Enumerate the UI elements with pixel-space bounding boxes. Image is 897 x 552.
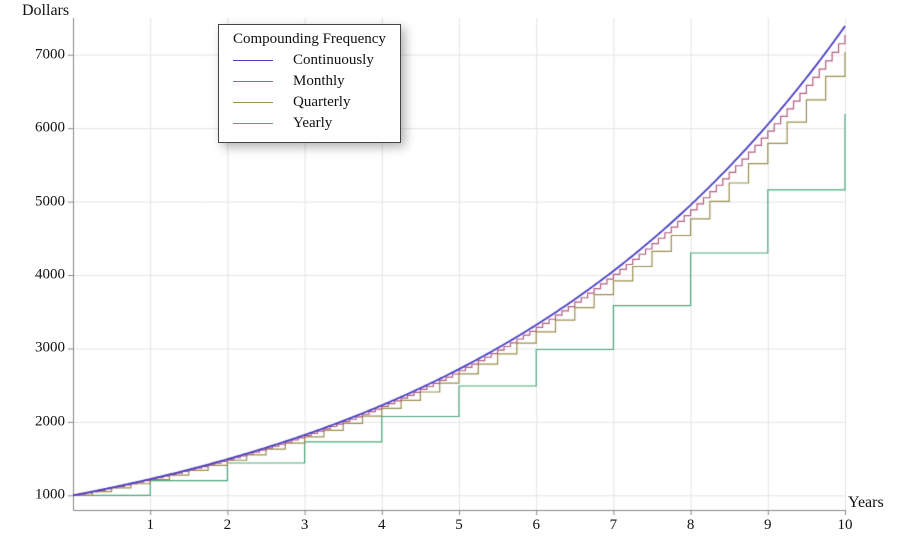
x-tick-label: 2 [224,517,232,534]
legend-label: Monthly [293,71,386,92]
legend-swatch [233,102,273,103]
legend-title: Compounding Frequency [233,31,386,50]
legend-item: Quarterly [233,92,386,113]
y-tick-label: 2000 [5,413,65,430]
x-tick-label: 10 [838,517,853,534]
x-tick-label: 3 [301,517,309,534]
y-tick-label: 5000 [5,193,65,210]
legend-label: Quarterly [293,92,386,113]
legend-swatch [233,60,273,61]
legend-items: ContinuouslyMonthlyQuarterlyYearly [233,50,386,134]
chart-container: Dollars Years 1 2 3 4 5 6 7 8 9 10 1000 2000 3000 40… [0,0,897,552]
x-tick-label: 9 [764,517,772,534]
legend-item: Continuously [233,50,386,71]
x-tick-label: 8 [687,517,695,534]
legend-swatch [233,123,273,124]
legend-item: Yearly [233,113,386,134]
y-tick-label: 3000 [5,340,65,357]
legend-label: Continuously [293,50,386,71]
legend-box: Compounding Frequency ContinuouslyMonthl… [218,24,401,143]
x-tick-label: 4 [378,517,386,534]
y-tick-label: 7000 [5,46,65,63]
y-tick-label: 6000 [5,120,65,137]
legend-item: Monthly [233,71,386,92]
y-tick-label: 4000 [5,267,65,284]
y-tick-label: 1000 [5,487,65,504]
y-axis-label: Dollars [22,2,69,20]
x-tick-label: 1 [146,517,154,534]
x-tick-label: 6 [532,517,540,534]
compound-interest-chart [0,0,897,552]
x-tick-label: 5 [455,517,463,534]
x-axis-label: Years [848,494,884,512]
legend-swatch [233,81,273,82]
legend-label: Yearly [293,113,386,134]
x-tick-label: 7 [610,517,618,534]
